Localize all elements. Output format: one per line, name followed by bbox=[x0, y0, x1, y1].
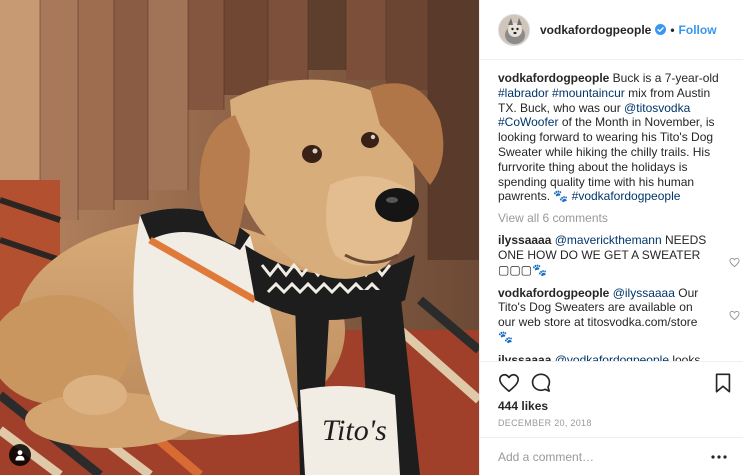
comment-username[interactable]: ilyssaaaa bbox=[498, 233, 551, 247]
mention-link[interactable]: @vodkafordogpeople bbox=[555, 353, 669, 361]
action-icons bbox=[498, 372, 731, 394]
avatar-image bbox=[499, 14, 529, 45]
mention-link[interactable]: @titosvodka bbox=[624, 101, 690, 115]
post-date: DECEMBER 20, 2018 bbox=[498, 418, 592, 428]
verified-badge-icon bbox=[655, 24, 667, 35]
add-comment-bar bbox=[480, 437, 743, 475]
actions-divider bbox=[480, 361, 743, 362]
caption-text: Buck is a 7-year-old bbox=[609, 71, 719, 85]
hashtag-link[interactable]: #vodkafordogpeople bbox=[572, 189, 681, 203]
comments-area[interactable]: vodkafordogpeople Buck is a 7-year-old #… bbox=[480, 61, 743, 361]
heart-icon[interactable] bbox=[498, 372, 520, 394]
comment-emoji: 🐾 bbox=[498, 329, 513, 344]
paw-emoji: 🐾 bbox=[553, 189, 569, 204]
likes-count[interactable]: 444 likes bbox=[498, 399, 548, 413]
view-all-comments-link[interactable]: View all 6 comments bbox=[498, 211, 728, 225]
user-tag-icon[interactable] bbox=[9, 444, 31, 466]
comment-username[interactable]: vodkafordogpeople bbox=[498, 286, 609, 300]
hashtag-link[interactable]: #CoWoofer bbox=[498, 115, 558, 129]
header-username[interactable]: vodkafordogpeople bbox=[540, 23, 651, 37]
comment-item: vodkafordogpeople @ilyssaaaa Our Tito's … bbox=[498, 286, 740, 345]
separator-dot: • bbox=[670, 22, 675, 37]
comment-like-heart-icon[interactable] bbox=[729, 310, 740, 321]
comment-bubble-glyph bbox=[531, 373, 551, 392]
hashtag-link[interactable]: #labrador bbox=[498, 86, 549, 100]
bookmark-glyph bbox=[715, 373, 731, 393]
comment-item: ilyssaaaa @maverickthemann NEEDS ONE HOW… bbox=[498, 233, 740, 277]
caption: vodkafordogpeople Buck is a 7-year-old #… bbox=[498, 71, 726, 204]
follow-button[interactable]: Follow bbox=[679, 23, 717, 37]
avatar[interactable] bbox=[498, 13, 530, 46]
mention-link[interactable]: @maverickthemann bbox=[555, 233, 662, 247]
comment-username[interactable]: ilyssaaaa bbox=[498, 353, 551, 361]
heart-glyph bbox=[499, 373, 519, 393]
post-side-panel: vodkafordogpeople • Follow vodkafordogpe… bbox=[479, 0, 743, 475]
mention-link[interactable]: @ilyssaaaa bbox=[613, 286, 675, 300]
caption-username[interactable]: vodkafordogpeople bbox=[498, 71, 609, 85]
hashtag-link[interactable]: #mountaincur bbox=[552, 86, 625, 100]
more-options-icon[interactable] bbox=[710, 454, 728, 460]
instagram-post: Tito's vodkafordogpeople • Follow vodkaf… bbox=[0, 0, 743, 475]
comment-item: ilyssaaaa @vodkafordogpeople looks like … bbox=[498, 353, 728, 361]
comment-like-heart-icon[interactable] bbox=[729, 257, 740, 268]
person-glyph-icon bbox=[15, 450, 25, 461]
dog-photo-illustration: Tito's bbox=[0, 0, 479, 475]
post-photo[interactable]: Tito's bbox=[0, 0, 479, 475]
bookmark-icon[interactable] bbox=[712, 372, 734, 394]
comment-icon[interactable] bbox=[530, 372, 552, 394]
add-comment-input[interactable] bbox=[498, 449, 688, 464]
comment-emoji: ▢▢▢🐾 bbox=[498, 262, 547, 277]
post-header: vodkafordogpeople • Follow bbox=[480, 0, 743, 60]
sweater-brand-text: Tito's bbox=[322, 414, 387, 447]
